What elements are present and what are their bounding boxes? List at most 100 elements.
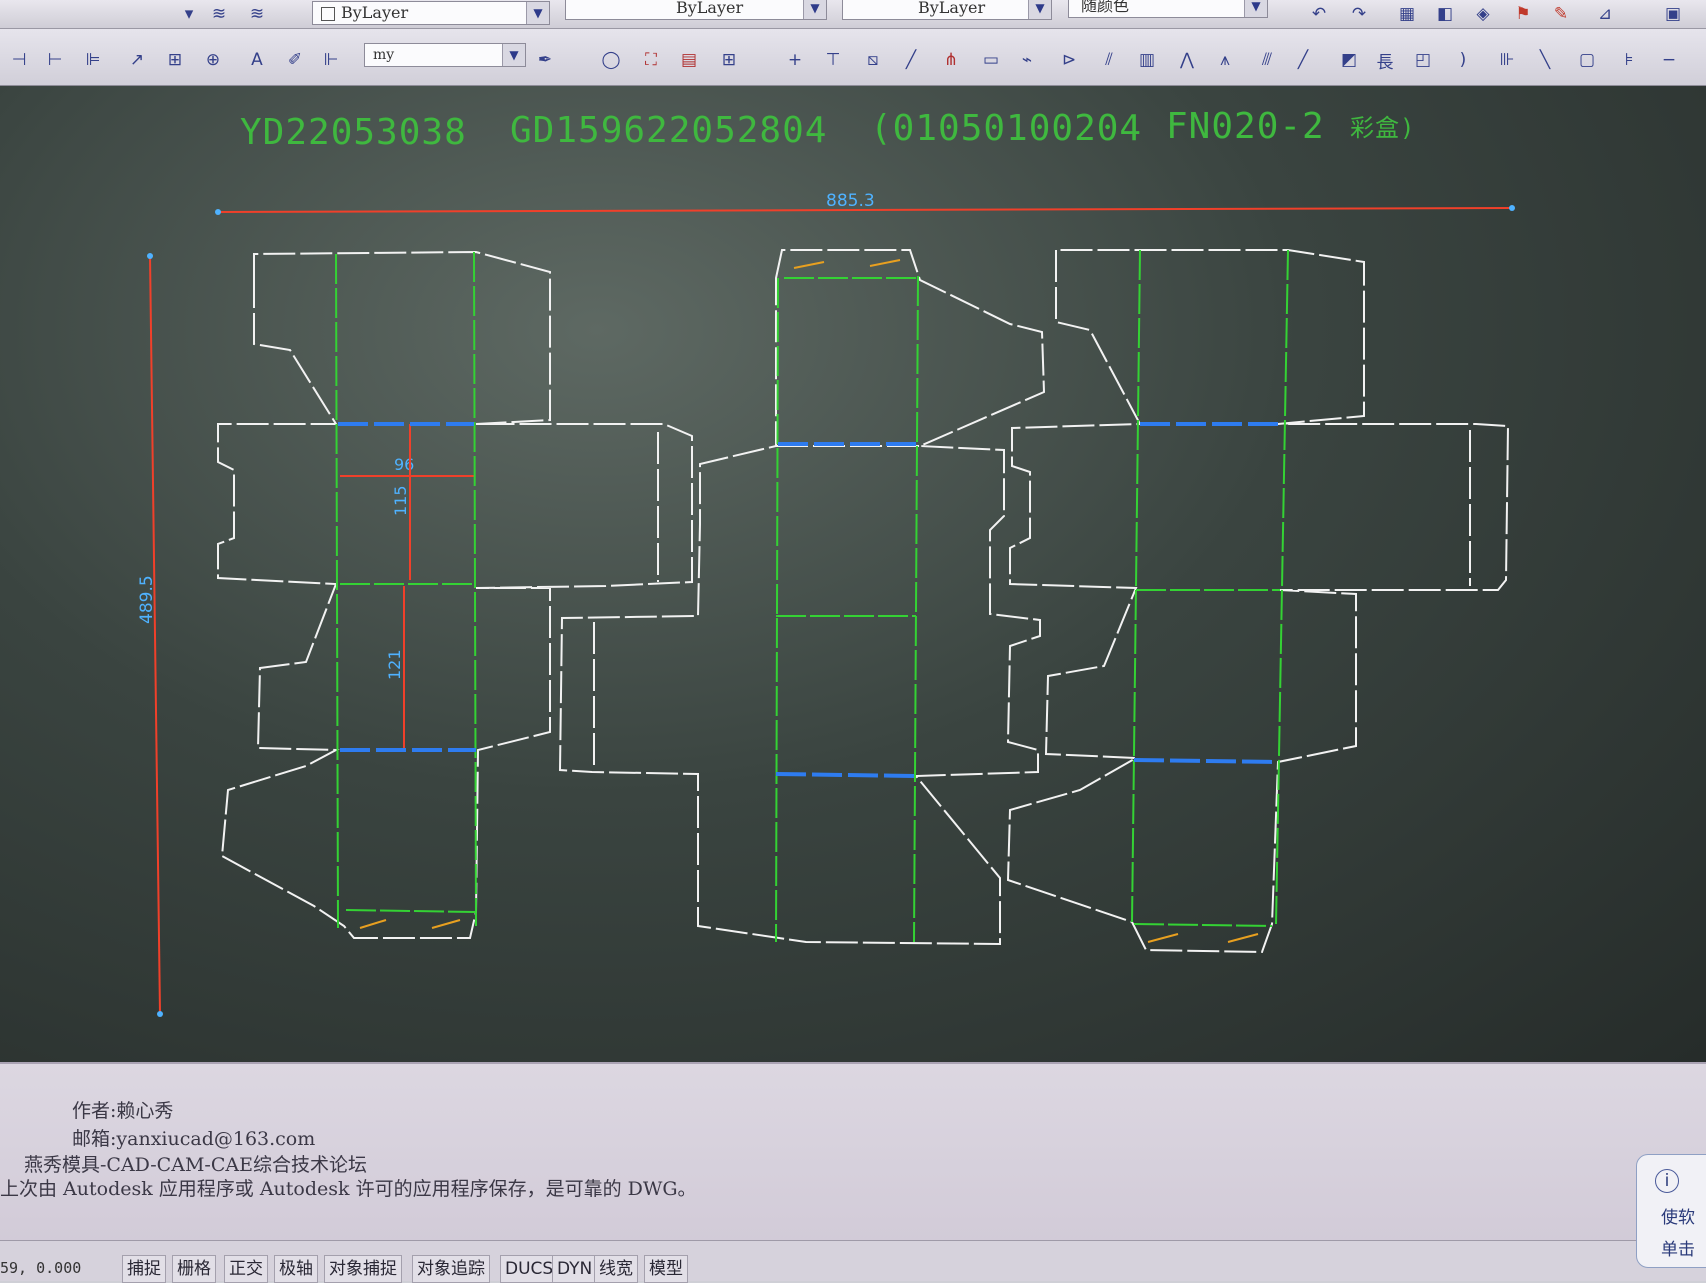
line-icon[interactable]: ╱	[898, 47, 924, 73]
dimension-edit-icon[interactable]: A	[244, 47, 270, 73]
cut-lines	[217, 250, 693, 939]
dimension-update-icon[interactable]: ⊩	[318, 47, 344, 73]
dimension-text-edit-icon[interactable]: ✐	[282, 47, 308, 73]
center-mark-icon[interactable]: ⊕	[200, 47, 226, 73]
chevron-down-icon[interactable]: ▼	[1244, 0, 1267, 17]
color-combo-value: 随颜色	[1081, 0, 1130, 15]
dimstyle-combo[interactable]: my ▼	[364, 43, 526, 67]
box-icon[interactable]: ▢	[1574, 47, 1600, 73]
region-icon[interactable]: ◰	[1410, 47, 1436, 73]
construction-line-icon[interactable]: +	[782, 47, 808, 73]
stretch-icon[interactable]: ▥	[1134, 47, 1160, 73]
box-net-middle	[558, 249, 1046, 946]
lineweight-combo-value: ByLayer	[918, 0, 986, 17]
dim-text: 489.5	[137, 575, 157, 624]
dim-text: 885.3	[826, 191, 875, 211]
layer-combo[interactable]: ByLayer ▼	[312, 1, 550, 25]
redo-icon[interactable]: ↷	[1346, 1, 1372, 27]
chevron-down-icon[interactable]: ▼	[1028, 0, 1051, 19]
trim-icon[interactable]: ⊧	[1616, 47, 1642, 73]
otrack-toggle[interactable]: 对象追踪	[412, 1255, 490, 1283]
break-icon[interactable]: ╲	[1532, 47, 1558, 73]
notification-link[interactable]: 单击	[1661, 1235, 1695, 1260]
command-history[interactable]: 作者:赖心秀 邮箱:yanxiucad@163.com 燕秀模具-CAD-CAM…	[0, 1062, 1706, 1242]
offset-icon[interactable]: ⫽	[1096, 47, 1122, 73]
dimension-style-icon[interactable]: ✒	[532, 47, 558, 73]
slash-icon[interactable]: ╱	[1290, 47, 1316, 73]
layer-states-icon[interactable]: ≋	[206, 1, 232, 27]
color-combo[interactable]: 随颜色 ▼	[1068, 0, 1268, 18]
hatch-icon[interactable]: ⧅	[860, 47, 886, 73]
quickcalc-icon[interactable]: ⊿	[1592, 1, 1618, 27]
box-net-left	[217, 250, 693, 939]
dyn-toggle[interactable]: DYN	[552, 1255, 598, 1283]
layer-combo-value: ByLayer	[341, 3, 409, 22]
lineweight-combo[interactable]: ByLayer ▼	[842, 0, 1052, 20]
dimstyle-combo-value: my	[373, 47, 395, 63]
dim-text: 115	[391, 485, 410, 516]
make-block-icon[interactable]: ▤	[676, 47, 702, 73]
info-icon: i	[1655, 1169, 1679, 1193]
tool-palette-icon[interactable]: ◈	[1470, 1, 1496, 27]
grid-toggle[interactable]: 栅格	[172, 1255, 216, 1283]
rectangle-icon[interactable]: ▭	[978, 47, 1004, 73]
overall-height-dimension: 489.5	[137, 253, 163, 1017]
title-code: GD159622052804	[510, 110, 827, 151]
status-bar: 59, 0.000 捕捉 栅格 正交 极轴 对象捕捉 对象追踪 DUCS DYN…	[0, 1240, 1706, 1283]
osnap-toggle[interactable]: 对象捕捉	[324, 1255, 402, 1283]
dimension-toolbar: ⊣ ⊢ ⊫ ↗ ⊞ ⊕ A ✐ ⊩ my ▼ ✒ ◯ ⛶ ▤ ⊞ + ⊤ ⧅ ╱…	[0, 29, 1706, 86]
command-line: 燕秀模具-CAD-CAM-CAE综合技术论坛	[24, 1154, 367, 1176]
linear-dimension-icon[interactable]: ⊣	[6, 47, 32, 73]
fillet-icon[interactable]: ⩚	[1212, 47, 1238, 73]
panel-height-top-dimension: 115	[391, 424, 411, 580]
arc-icon[interactable]: )	[1450, 47, 1476, 73]
length-icon[interactable]: 長	[1372, 47, 1398, 73]
lineweight-toggle[interactable]: 线宽	[594, 1255, 638, 1283]
chevron-down-icon[interactable]: ▼	[526, 2, 549, 24]
design-center-icon[interactable]: ◧	[1432, 1, 1458, 27]
layer-color-swatch	[321, 6, 335, 21]
notification-balloon[interactable]: i 使软 单击	[1636, 1154, 1706, 1268]
title-suffix: 彩盒)	[1350, 114, 1415, 142]
model-toggle[interactable]: 模型	[644, 1255, 688, 1283]
properties-icon[interactable]: ▦	[1394, 1, 1420, 27]
chevron-down-icon[interactable]: ▼	[502, 44, 525, 66]
chevron-down-icon[interactable]: ▼	[803, 0, 826, 19]
continue-dimension-icon[interactable]: ⊫	[80, 47, 106, 73]
leader-icon[interactable]: ↗	[124, 47, 150, 73]
glue-marks	[793, 259, 901, 269]
polar-toggle[interactable]: 极轴	[274, 1255, 318, 1283]
undo-icon[interactable]: ↶	[1306, 1, 1332, 27]
diagonal-icon[interactable]: ◩	[1336, 47, 1362, 73]
divide-icon[interactable]: ⊪	[1494, 47, 1520, 73]
crease-lines	[1131, 249, 1289, 927]
panel-width-dimension: 96	[340, 455, 474, 477]
pin-icon[interactable]: ✎	[1548, 1, 1574, 27]
multi-line-icon[interactable]: ⫻	[1254, 47, 1280, 73]
linetype-combo[interactable]: ByLayer ▼	[565, 0, 827, 20]
mirror-icon[interactable]: ⊳	[1056, 47, 1082, 73]
dim-line-icon[interactable]: ⊤	[820, 47, 846, 73]
perforations	[1133, 422, 1284, 764]
glue-marks	[1147, 933, 1259, 943]
chamfer-icon[interactable]: ⋀	[1174, 47, 1200, 73]
baseline-dimension-icon[interactable]: ⊢	[42, 47, 68, 73]
markup-icon[interactable]: ⚑	[1510, 1, 1536, 27]
polyline-icon[interactable]: ⌁	[1014, 47, 1040, 73]
circle-tool-icon[interactable]: ◯	[598, 47, 624, 73]
point-icon[interactable]: ⊞	[716, 47, 742, 73]
ortho-toggle[interactable]: 正交	[224, 1255, 268, 1283]
ducs-toggle[interactable]: DUCS	[500, 1255, 559, 1283]
drawing-canvas[interactable]: YD22053038 GD159622052804 (01050100204 F…	[0, 86, 1706, 1062]
extend-icon[interactable]: −	[1656, 47, 1682, 73]
help-icon[interactable]: ▣	[1660, 1, 1686, 27]
layer-dropdown-arrow-icon[interactable]: ▾	[176, 1, 202, 27]
box-net-right	[1006, 249, 1510, 954]
cut-lines	[558, 249, 1046, 946]
array-icon[interactable]: ⋔	[938, 47, 964, 73]
snap-toggle[interactable]: 捕捉	[122, 1255, 166, 1283]
title-code: YD22053038	[240, 112, 467, 153]
insert-block-icon[interactable]: ⛶	[638, 47, 664, 73]
tolerance-icon[interactable]: ⊞	[162, 47, 188, 73]
layer-previous-icon[interactable]: ≋	[244, 1, 270, 27]
